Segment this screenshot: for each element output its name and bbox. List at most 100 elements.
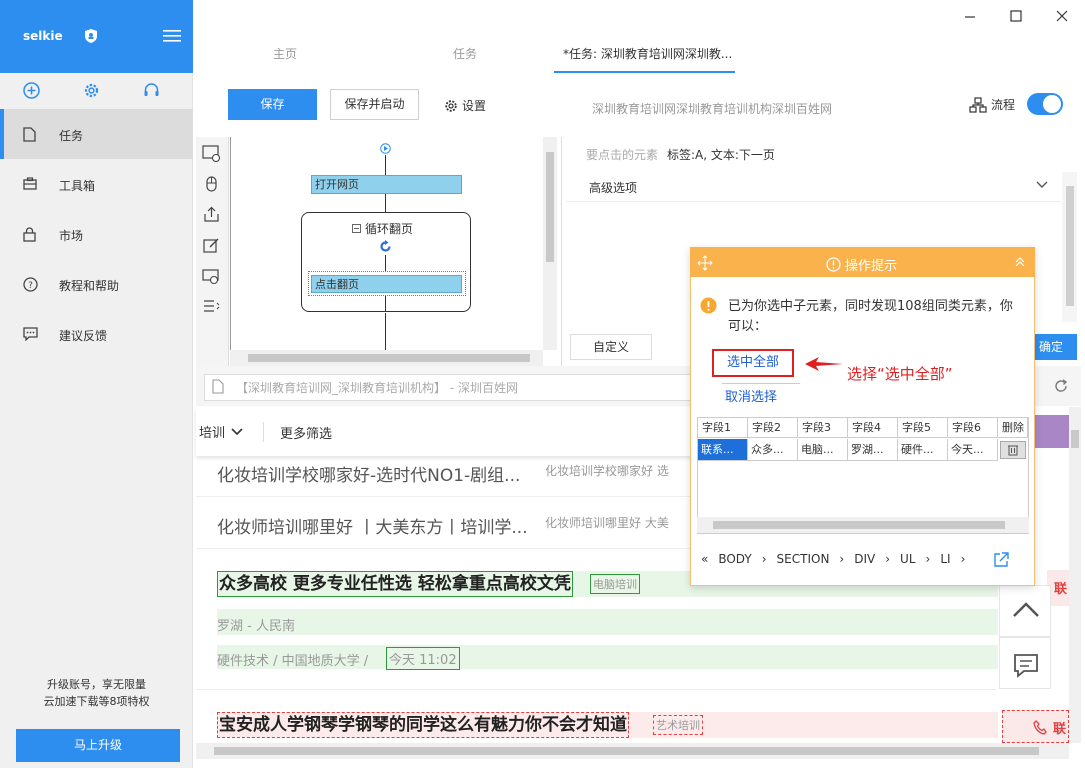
user-name[interactable]: selkie — [23, 29, 63, 43]
scrollbar-thumb[interactable] — [1071, 430, 1079, 448]
collapse-up-icon[interactable] — [1013, 255, 1027, 269]
upgrade-promo: 升级账号，享无限量 云加速下载等8项特权 — [0, 676, 193, 710]
lock-icon — [23, 227, 36, 242]
dialog-title-text: 操作提示 — [845, 259, 898, 274]
table-header-cell[interactable]: 字段4 — [848, 418, 898, 438]
advanced-options-label: 高级选项 — [589, 181, 638, 195]
scrollbar-thumb[interactable] — [214, 747, 1039, 755]
scrollbar-thumb[interactable] — [546, 152, 554, 262]
result-title[interactable]: 化妆师培训哪里好 丨大美东方丨培训学... — [217, 513, 528, 538]
filter-training-dropdown[interactable]: 培训 — [199, 422, 243, 441]
table-header-cell[interactable]: 字段1 — [698, 418, 748, 438]
table-header-cell[interactable]: 字段2 — [748, 418, 798, 438]
table-cell[interactable]: 联系... — [698, 439, 748, 461]
settings-label: 设置 — [462, 99, 487, 113]
table-cell[interactable]: 电脑... — [798, 439, 848, 461]
headset-icon[interactable] — [143, 82, 160, 99]
highlight-green — [217, 609, 998, 635]
result-title-selected[interactable]: 众多高校 更多专业任性选 轻松拿重点高校文凭 — [217, 571, 573, 597]
side-banner[interactable] — [1034, 415, 1069, 448]
external-link-icon[interactable] — [992, 551, 1010, 569]
hamburger-menu-icon[interactable] — [163, 30, 181, 42]
side-call-button[interactable]: 联 — [1002, 710, 1069, 743]
edit-icon[interactable] — [202, 237, 221, 254]
settings-button[interactable]: 设置 — [444, 97, 486, 114]
filter-label: 培训 — [199, 426, 226, 441]
table-cell[interactable]: 今天... — [948, 439, 998, 461]
flow-chart-icon — [969, 96, 987, 113]
sidebar-item-market[interactable]: 市场 — [0, 209, 193, 259]
move-icon[interactable] — [697, 255, 713, 271]
table-cell[interactable]: 众多... — [748, 439, 798, 461]
breadcrumb-item[interactable]: BODY — [718, 552, 751, 566]
breadcrumb-item[interactable]: LI — [940, 552, 950, 566]
breadcrumb-back[interactable]: « — [701, 552, 708, 566]
sidebar-item-label: 市场 — [59, 229, 84, 243]
add-step-icon[interactable] — [202, 145, 221, 162]
connector-line — [385, 313, 386, 350]
side-call-label: 联 — [1053, 722, 1067, 737]
minimize-icon[interactable] — [963, 9, 977, 23]
collapse-box-icon[interactable] — [352, 224, 361, 233]
mouse-click-icon[interactable] — [202, 175, 221, 192]
message-button[interactable] — [999, 637, 1051, 689]
divider — [263, 422, 264, 442]
tab-home[interactable]: 主页 — [273, 45, 297, 62]
result-category-tag[interactable]: 电脑培训 — [590, 574, 640, 594]
custom-button[interactable]: 自定义 — [570, 334, 652, 360]
table-header-cell[interactable]: 字段5 — [898, 418, 948, 438]
tab-tasks[interactable]: 任务 — [453, 45, 477, 62]
dialog-title: 操作提示 — [826, 255, 897, 274]
sidebar-item-help[interactable]: ? 教程和帮助 — [0, 259, 193, 309]
loop-label: 循环翻页 — [365, 222, 414, 236]
more-filters-link[interactable]: 更多筛选 — [280, 423, 332, 442]
trash-icon — [1008, 445, 1018, 456]
help-icon: ? — [23, 277, 38, 292]
table-header-cell[interactable]: 字段6 — [948, 418, 998, 438]
result-title-candidate[interactable]: 宝安成人学钢琴学钢琴的同学这么有魅力你不会才知道 — [217, 712, 629, 738]
flow-toggle[interactable] — [1027, 93, 1063, 115]
sidebar-item-toolbox[interactable]: 工具箱 — [0, 159, 193, 209]
breadcrumb-item[interactable]: SECTION — [777, 552, 830, 566]
web-vertical-scrollbar[interactable] — [1069, 407, 1081, 743]
active-tab-indicator — [554, 71, 735, 73]
breadcrumb-item[interactable]: DIV — [854, 552, 875, 566]
advanced-options-row[interactable] — [566, 172, 1061, 202]
result-category-tag[interactable]: 艺术培训 — [653, 715, 703, 735]
scrollbar-thumb[interactable] — [248, 354, 530, 362]
reload-icon[interactable] — [1053, 378, 1069, 394]
delete-column-button[interactable] — [1000, 441, 1026, 459]
table-cell[interactable]: 罗湖... — [848, 439, 898, 461]
step-open-page[interactable]: 打开网页 — [311, 175, 462, 194]
step-click-next-page[interactable]: 点击翻页 — [311, 275, 462, 293]
save-and-start-button[interactable]: 保存并启动 — [330, 89, 419, 120]
export-icon[interactable] — [202, 206, 221, 223]
select-all-link[interactable]: 选中全部 — [712, 349, 794, 377]
result-title[interactable]: 化妆培训学校哪家好-选时代NO1-剧组... — [217, 461, 520, 486]
table-header-cell[interactable]: 字段3 — [798, 418, 848, 438]
save-button[interactable]: 保存 — [228, 89, 317, 120]
list-sort-icon[interactable] — [202, 298, 221, 315]
scrollbar-thumb[interactable] — [713, 521, 1005, 529]
cancel-selection-link[interactable]: 取消选择 — [725, 386, 777, 405]
shield-icon[interactable] — [84, 28, 98, 44]
breadcrumb-item[interactable]: UL — [900, 552, 915, 566]
scrollbar-thumb[interactable] — [1066, 186, 1074, 306]
upgrade-button[interactable]: 马上升级 — [16, 729, 180, 762]
address-text: 【深圳教育培训网_深圳教育培训机构】 - 深圳百姓网 — [236, 381, 518, 395]
start-icon — [380, 143, 391, 154]
sidebar-item-feedback[interactable]: 建议反馈 — [0, 309, 193, 359]
add-circle-icon[interactable] — [23, 82, 40, 99]
close-icon[interactable] — [1055, 9, 1069, 23]
result-time: 今天 11:02 — [386, 647, 460, 670]
table-cell[interactable]: 硬件... — [898, 439, 948, 461]
maximize-icon[interactable] — [1009, 9, 1023, 23]
gear-icon[interactable] — [83, 82, 100, 99]
captcha-icon[interactable] — [202, 268, 221, 285]
tab-current-task[interactable]: *任务: 深圳教育培训网深圳教... — [563, 45, 732, 62]
chevron-up-icon — [1013, 602, 1039, 617]
chevron-down-icon[interactable] — [1036, 181, 1048, 189]
chat-icon — [1014, 654, 1038, 678]
sidebar-item-tasks[interactable]: 任务 — [0, 109, 193, 159]
back-to-top-button[interactable] — [999, 585, 1051, 637]
